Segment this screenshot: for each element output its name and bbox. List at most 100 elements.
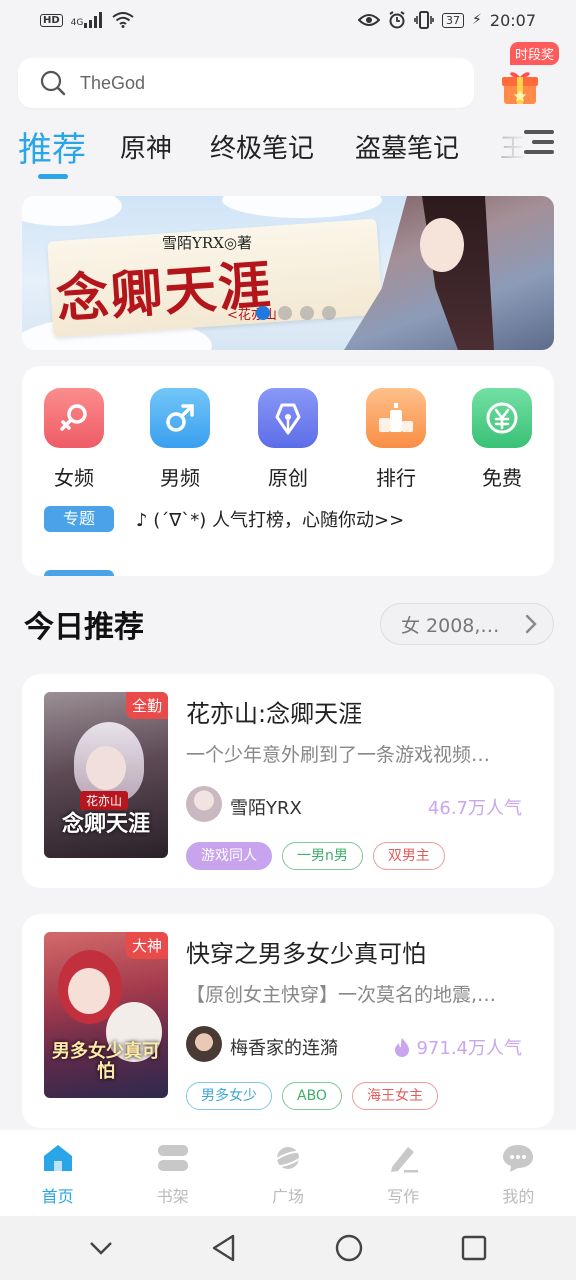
notice-next-badge xyxy=(44,570,114,576)
charging-icon: ⚡ xyxy=(472,12,482,28)
notice-badge: 专题 xyxy=(44,506,114,532)
nav-label: 广场 xyxy=(271,1187,304,1206)
pager-dot-active[interactable] xyxy=(256,306,270,320)
category-label: 女频 xyxy=(54,466,94,490)
yen-icon xyxy=(472,388,532,448)
section-title: 今日推荐 xyxy=(24,610,144,645)
nav-label: 写作 xyxy=(387,1187,420,1206)
book-description: 一个少年意外刷到了一条游戏视频… xyxy=(186,744,491,766)
category-ranking[interactable]: 排行 xyxy=(366,388,426,491)
book-title[interactable]: 花亦山:念卿天涯 xyxy=(186,694,362,729)
author-name[interactable]: 雪陌YRX xyxy=(230,794,302,820)
tag[interactable]: 双男主 xyxy=(372,842,445,870)
cover-title: 念卿天涯 xyxy=(61,811,150,837)
category-female[interactable]: 女频 xyxy=(44,388,104,491)
nav-home[interactable]: 首页 xyxy=(13,1143,103,1207)
female-icon xyxy=(44,388,104,448)
hd-indicator: HD xyxy=(40,13,63,27)
time-reward-button[interactable]: 时段奖 xyxy=(490,42,576,112)
nav-label: 书架 xyxy=(156,1187,189,1206)
time-reward-label: 时段奖 xyxy=(510,42,560,65)
tag[interactable]: 海王女主 xyxy=(351,1082,438,1110)
author-avatar[interactable] xyxy=(186,786,222,822)
book-card[interactable]: 花亦山 念卿天涯 全勤 花亦山:念卿天涯 一个少年意外刷到了一条游戏视频… 雪陌… xyxy=(22,674,554,888)
badge-full-attendance: 全勤 xyxy=(125,692,168,719)
status-bar: HD 4G 37 ⚡ 20:07 xyxy=(0,0,576,40)
notice-text: ♪ (´∇`*) 人气打榜，心随你动>> xyxy=(136,510,405,531)
banner-pager xyxy=(256,306,336,320)
alarm-icon xyxy=(389,11,405,29)
chevron-right-icon xyxy=(525,614,537,634)
recents-icon[interactable] xyxy=(461,1235,487,1261)
book-card[interactable]: 男多女少真可怕 大神 快穿之男多女少真可怕 【原创女主快穿】一次莫名的地震,… … xyxy=(22,914,554,1128)
book-cover[interactable]: 男多女少真可怕 大神 xyxy=(44,932,168,1098)
badge-master: 大神 xyxy=(125,932,168,959)
tab-recommend[interactable]: 推荐 xyxy=(18,122,86,171)
nav-write[interactable]: 写作 xyxy=(358,1143,448,1207)
vibrate-icon xyxy=(414,11,434,29)
filter-button[interactable]: 女 2008,… xyxy=(380,603,554,645)
menu-icon[interactable] xyxy=(524,130,554,160)
tag[interactable]: 一男n男 xyxy=(282,842,363,870)
pager-dot[interactable] xyxy=(278,306,292,320)
category-free[interactable]: 免费 xyxy=(472,388,532,491)
nav-label: 首页 xyxy=(41,1187,74,1206)
promo-banner[interactable]: 雪陌YRX◎著 念卿天涯 <花亦山 xyxy=(22,196,554,350)
category-male[interactable]: 男频 xyxy=(150,388,210,491)
category-card: 女频 男频 原创 排行 免费 专题 ♪ (´∇`*) 人气打榜，心随你动>> xyxy=(22,366,554,576)
category-label: 原创 xyxy=(268,466,308,490)
nav-square[interactable]: 广场 xyxy=(243,1143,333,1207)
book-cover[interactable]: 花亦山 念卿天涯 全勤 xyxy=(44,692,168,858)
battery-indicator: 37 xyxy=(442,12,465,28)
tab-genshin[interactable]: 原神 xyxy=(120,128,172,165)
planet-icon xyxy=(271,1147,305,1169)
home-circle-icon[interactable] xyxy=(335,1234,363,1262)
clock: 20:07 xyxy=(489,10,536,30)
pen-nib-icon xyxy=(258,388,318,448)
book-tags: 男多女少 ABO 海王女主 xyxy=(186,1082,438,1110)
male-icon xyxy=(150,388,210,448)
back-icon[interactable] xyxy=(211,1234,237,1262)
category-label: 男频 xyxy=(160,466,200,490)
flame-icon xyxy=(395,1038,410,1057)
search-bar[interactable]: TheGod xyxy=(18,58,474,108)
bookshelf-icon xyxy=(157,1145,188,1171)
filter-label: 女 2008,… xyxy=(401,614,500,637)
bottom-nav: 首页 书架 广场 写作 我的 xyxy=(0,1130,576,1216)
pager-dot[interactable] xyxy=(322,306,336,320)
cover-title: 男多女少真可怕 xyxy=(52,1041,160,1082)
chevron-down-icon[interactable] xyxy=(89,1241,113,1255)
author-name[interactable]: 梅香家的连漪 xyxy=(230,1034,338,1060)
tag[interactable]: 男多女少 xyxy=(186,1082,272,1110)
tag[interactable]: ABO xyxy=(282,1082,342,1110)
system-nav-bar xyxy=(0,1216,576,1280)
home-icon xyxy=(43,1145,72,1171)
category-label: 排行 xyxy=(376,466,416,490)
book-title[interactable]: 快穿之男多女少真可怕 xyxy=(186,934,426,969)
signal-icon: 4G xyxy=(71,12,105,28)
tab-ultimate-notes[interactable]: 终极笔记 xyxy=(210,128,314,165)
podium-icon xyxy=(366,388,426,448)
category-label: 免费 xyxy=(482,466,522,490)
book-description: 【原创女主快穿】一次莫名的地震,… xyxy=(186,984,497,1006)
search-icon xyxy=(40,70,66,96)
tab-tomb-notes[interactable]: 盗墓笔记 xyxy=(355,128,459,165)
pager-dot[interactable] xyxy=(300,306,314,320)
search-input[interactable]: TheGod xyxy=(80,73,145,94)
notice-ticker[interactable]: 专题 ♪ (´∇`*) 人气打榜，心随你动>> xyxy=(44,504,524,534)
pencil-icon xyxy=(391,1147,419,1173)
eye-icon xyxy=(358,14,381,26)
gift-icon xyxy=(502,72,538,104)
chat-icon xyxy=(503,1145,534,1172)
author-avatar[interactable] xyxy=(186,1026,222,1062)
category-original[interactable]: 原创 xyxy=(258,388,318,491)
tag[interactable]: 游戏同人 xyxy=(186,842,272,870)
popularity: 46.7万人气 xyxy=(427,798,522,819)
active-tab-indicator xyxy=(38,174,68,179)
popularity: 971.4万人气 xyxy=(394,1034,522,1060)
wifi-icon xyxy=(112,12,134,28)
book-tags: 游戏同人 一男n男 双男主 xyxy=(186,842,445,870)
nav-bookshelf[interactable]: 书架 xyxy=(128,1143,218,1207)
category-tabs: 推荐 原神 终极笔记 盗墓笔记 王 xyxy=(0,118,576,186)
nav-mine[interactable]: 我的 xyxy=(473,1143,563,1207)
